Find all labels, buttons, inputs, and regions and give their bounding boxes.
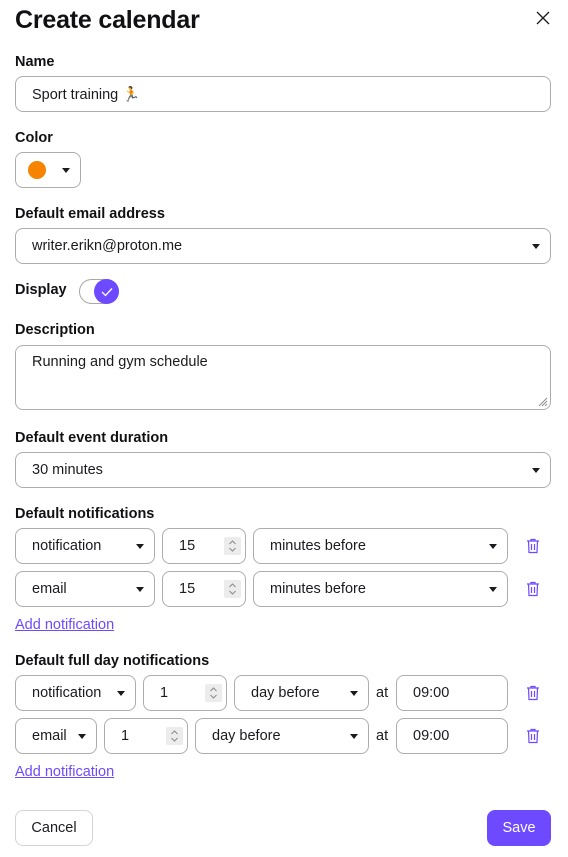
notification-type-value: email <box>32 581 67 597</box>
description-value: Running and gym schedule <box>32 354 208 370</box>
add-notification-link[interactable]: Add notification <box>15 617 114 633</box>
duration-select[interactable]: 30 minutes <box>15 452 551 488</box>
description-textarea[interactable]: Running and gym schedule <box>15 345 551 410</box>
notification-type-select[interactable]: email <box>15 571 155 607</box>
chevron-down-icon <box>78 734 86 739</box>
at-label: at <box>376 685 389 701</box>
stepper-arrows-icon <box>229 583 236 595</box>
notifications-label: Default notifications <box>15 506 155 522</box>
fullday-time-input[interactable]: 09:00 <box>396 675 508 711</box>
fullday-notifications-label: Default full day notifications <box>15 653 210 669</box>
notification-unit-value: minutes before <box>270 581 366 597</box>
close-icon <box>536 11 550 25</box>
notification-type-select[interactable]: notification <box>15 528 155 564</box>
delete-fullday-notification-button[interactable] <box>526 685 540 701</box>
trash-icon <box>527 581 539 597</box>
chevron-down-icon <box>62 168 70 173</box>
fullday-type-select[interactable]: notification <box>15 675 136 711</box>
fullday-time-input[interactable]: 09:00 <box>396 718 508 754</box>
cancel-button[interactable]: Cancel <box>15 810 93 846</box>
color-label: Color <box>15 130 53 146</box>
delete-fullday-notification-button[interactable] <box>526 728 540 744</box>
at-label: at <box>376 728 389 744</box>
fullday-amount-input[interactable]: 1 <box>143 675 227 711</box>
fullday-unit-value: day before <box>251 685 320 701</box>
fullday-type-value: notification <box>32 685 102 701</box>
number-stepper[interactable] <box>205 684 222 702</box>
add-fullday-notification-link[interactable]: Add notification <box>15 764 114 780</box>
fullday-time-value: 09:00 <box>413 728 450 744</box>
color-swatch <box>28 161 46 179</box>
notification-amount-input[interactable]: 15 <box>162 528 246 564</box>
chevron-down-icon <box>117 691 125 696</box>
stepper-arrows-icon <box>229 540 236 552</box>
duration-label: Default event duration <box>15 430 169 446</box>
fullday-type-select[interactable]: email <box>15 718 97 754</box>
fullday-amount-input[interactable]: 1 <box>104 718 188 754</box>
name-value: Sport training 🏃 <box>32 86 141 103</box>
fullday-amount-value: 1 <box>121 728 130 744</box>
trash-icon <box>527 728 539 744</box>
fullday-type-value: email <box>32 728 67 744</box>
notification-amount-input[interactable]: 15 <box>162 571 246 607</box>
chevron-down-icon <box>532 244 540 249</box>
resize-handle-icon[interactable] <box>537 396 548 407</box>
trash-icon <box>527 685 539 701</box>
chevron-down-icon <box>489 587 497 592</box>
fullday-time-value: 09:00 <box>413 685 450 701</box>
notification-unit-value: minutes before <box>270 538 366 554</box>
chevron-down-icon <box>350 734 358 739</box>
fullday-unit-select[interactable]: day before <box>195 718 369 754</box>
delete-notification-button[interactable] <box>526 581 540 597</box>
number-stepper[interactable] <box>224 580 241 598</box>
chevron-down-icon <box>350 691 358 696</box>
description-label: Description <box>15 322 95 338</box>
chevron-down-icon <box>532 468 540 473</box>
stepper-arrows-icon <box>210 687 217 699</box>
display-toggle[interactable] <box>79 279 119 304</box>
trash-icon <box>527 538 539 554</box>
display-label: Display <box>15 282 67 298</box>
save-button[interactable]: Save <box>487 810 551 846</box>
toggle-knob <box>94 279 119 304</box>
notification-amount-value: 15 <box>179 581 196 597</box>
notification-amount-value: 15 <box>179 538 196 554</box>
name-input[interactable]: Sport training 🏃 <box>15 76 551 112</box>
fullday-unit-value: day before <box>212 728 281 744</box>
email-select[interactable]: writer.erikn@proton.me <box>15 228 551 264</box>
notification-type-value: notification <box>32 538 102 554</box>
number-stepper[interactable] <box>166 727 183 745</box>
notification-unit-select[interactable]: minutes before <box>253 528 508 564</box>
duration-value: 30 minutes <box>32 462 103 478</box>
fullday-amount-value: 1 <box>160 685 169 701</box>
checkmark-icon <box>101 287 112 296</box>
number-stepper[interactable] <box>224 537 241 555</box>
close-button[interactable] <box>533 8 553 28</box>
stepper-arrows-icon <box>171 730 178 742</box>
delete-notification-button[interactable] <box>526 538 540 554</box>
chevron-down-icon <box>136 544 144 549</box>
email-label: Default email address <box>15 206 165 222</box>
chevron-down-icon <box>136 587 144 592</box>
name-label: Name <box>15 54 55 70</box>
email-value: writer.erikn@proton.me <box>32 238 183 254</box>
notification-unit-select[interactable]: minutes before <box>253 571 508 607</box>
color-picker[interactable] <box>15 152 81 188</box>
chevron-down-icon <box>489 544 497 549</box>
fullday-unit-select[interactable]: day before <box>234 675 369 711</box>
dialog-title: Create calendar <box>15 6 200 34</box>
